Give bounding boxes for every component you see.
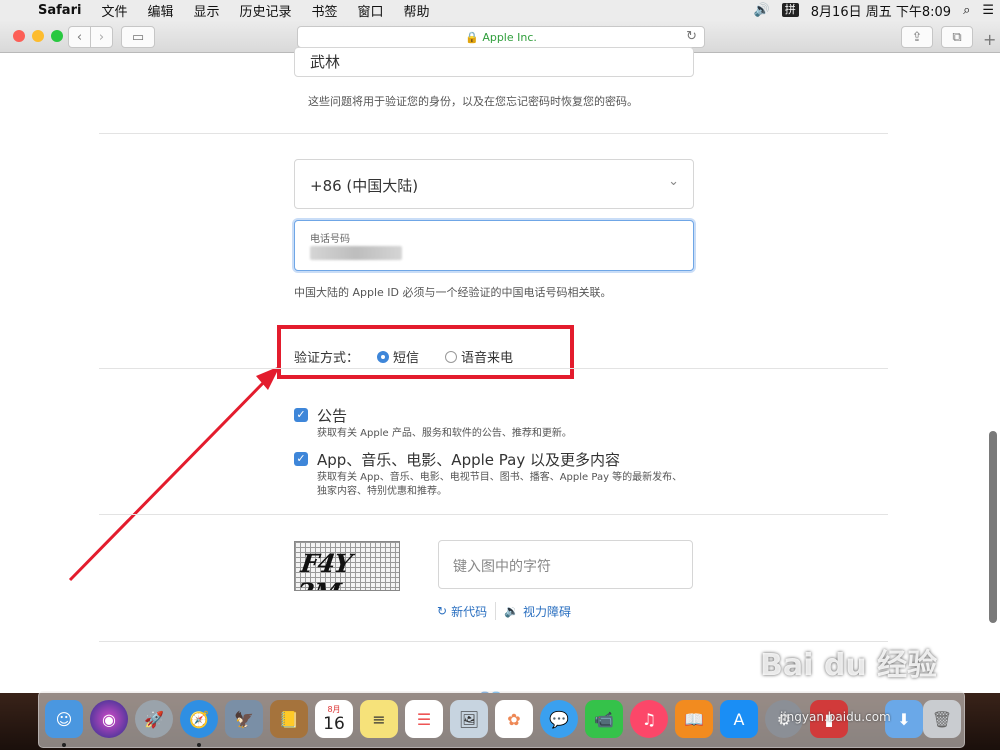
phone-number-redacted	[310, 246, 402, 260]
country-code-select[interactable]: +86 (中国大陆) ⌄	[294, 159, 694, 209]
media-title: App、音乐、电影、Apple Pay 以及更多内容	[317, 451, 620, 469]
spotlight-search-icon[interactable]: ⌕	[963, 3, 970, 18]
menu-app-safari[interactable]: Safari	[34, 3, 91, 18]
announcements-title: 公告	[317, 407, 348, 425]
phone-hint: 中国大陆的 Apple ID 必须与一个经验证的中国电话号码相关联。	[294, 286, 612, 299]
announcements-checkbox[interactable]: ✓	[294, 408, 308, 422]
captcha-input[interactable]: 键入图中的字符	[438, 540, 693, 589]
menu-view[interactable]: 显示	[183, 1, 229, 20]
facetime-icon[interactable]: 📹	[585, 700, 623, 738]
forward-button[interactable]: ›	[90, 26, 113, 48]
baidu-watermark-url: jingyan.baidu.com	[780, 710, 891, 724]
calendar-day: 16	[323, 713, 345, 734]
menu-window[interactable]: 窗口	[348, 1, 394, 20]
reminders-icon[interactable]: ☰	[405, 700, 443, 738]
calendar-icon[interactable]: 8月 16	[315, 700, 353, 738]
media-option: ✓ App、音乐、电影、Apple Pay 以及更多内容 获取有关 App、音乐…	[294, 449, 687, 499]
announcements-option: ✓ 公告 获取有关 Apple 产品、服务和软件的公告、推荐和更新。	[294, 405, 687, 441]
preview-icon[interactable]: 🖼	[450, 700, 488, 738]
new-code-link[interactable]: 新代码	[451, 603, 487, 620]
lock-icon: 🔒	[465, 31, 479, 44]
safari-icon[interactable]: 🧭	[180, 700, 218, 738]
chevron-left-icon: ‹	[76, 29, 83, 45]
share-button[interactable]: ⇪	[901, 26, 933, 48]
address-site-label: Apple Inc.	[482, 31, 537, 44]
menu-extras: 🔊 拼 8月16日 周五 下午8:09 ⌕ ☰	[742, 1, 1000, 20]
annotation-arrow	[68, 366, 280, 582]
chevron-down-icon: ⌄	[668, 174, 679, 189]
refresh-icon[interactable]: ↻	[437, 604, 447, 618]
image-capture-icon[interactable]: 🦅	[225, 700, 263, 738]
contacts-icon[interactable]: 📒	[270, 700, 308, 738]
captcha-text: F4Y 2M	[295, 549, 354, 590]
tabs-icon: ⧉	[952, 29, 962, 45]
new-tab-button[interactable]: +	[983, 30, 996, 49]
divider	[99, 368, 888, 369]
zoom-window-button[interactable]	[51, 30, 63, 42]
running-indicator	[197, 743, 201, 747]
reload-icon[interactable]: ↻	[686, 29, 697, 44]
window-controls	[13, 30, 63, 42]
baidu-watermark: Bai du 经验	[760, 648, 938, 683]
security-hint: 这些问题将用于验证您的身份，以及在您忘记密码时恢复您的密码。	[308, 95, 638, 108]
calendar-month: 8月	[327, 704, 341, 714]
back-button[interactable]: ‹	[68, 26, 91, 48]
running-indicator	[62, 743, 66, 747]
divider	[99, 514, 888, 515]
captcha-image: F4Y 2M	[294, 541, 400, 591]
menu-bar: Safari 文件 编辑 显示 历史记录 书签 窗口 帮助 🔊 拼 8月16日 …	[0, 0, 1000, 20]
menubar-clock[interactable]: 8月16日 周五 下午8:09	[811, 1, 951, 20]
notification-center-icon[interactable]: ☰	[982, 3, 994, 18]
media-checkbox[interactable]: ✓	[294, 452, 308, 466]
music-icon[interactable]: ♫	[630, 700, 668, 738]
siri-icon[interactable]: ◉	[90, 700, 128, 738]
trash-icon[interactable]: 🗑	[923, 700, 961, 738]
highlight-box	[277, 325, 574, 379]
vision-impaired-link[interactable]: 视力障碍	[523, 603, 571, 620]
safari-window: ‹ › ▭ 🔒 Apple Inc. ↻ ⇪ ⧉ + 武林 这些问题将用于验证您…	[0, 20, 1000, 693]
captcha-placeholder: 键入图中的字符	[453, 559, 551, 575]
captcha-links: ↻ 新代码 🔉 视力障碍	[437, 602, 571, 620]
page-content: 武林 这些问题将用于验证您的身份，以及在您忘记密码时恢复您的密码。 +86 (中…	[0, 47, 1000, 693]
menu-bookmarks[interactable]: 书签	[302, 1, 348, 20]
finder-icon[interactable]: ☺	[45, 700, 83, 738]
security-answer-field[interactable]: 武林	[294, 47, 694, 77]
app-store-icon[interactable]: A	[720, 700, 758, 738]
input-method-icon[interactable]: 拼	[781, 3, 799, 17]
page-scrollbar[interactable]	[989, 431, 997, 623]
notes-icon[interactable]: ≡	[360, 700, 398, 738]
divider	[99, 133, 888, 134]
menu-file[interactable]: 文件	[91, 1, 137, 20]
chevron-right-icon: ›	[98, 29, 105, 45]
close-window-button[interactable]	[13, 30, 25, 42]
announcements-desc: 获取有关 Apple 产品、服务和软件的公告、推荐和更新。	[317, 428, 572, 439]
address-bar[interactable]: 🔒 Apple Inc. ↻	[297, 26, 705, 48]
menu-edit[interactable]: 编辑	[137, 1, 183, 20]
media-desc: 获取有关 App、音乐、电影、电视节目、图书、播客、Apple Pay 等的最新…	[317, 472, 683, 497]
security-answer-value: 武林	[310, 53, 341, 71]
minimize-window-button[interactable]	[32, 30, 44, 42]
sidebar-icon: ▭	[131, 29, 145, 45]
speaker-icon[interactable]: 🔉	[504, 604, 519, 618]
menu-help[interactable]: 帮助	[394, 1, 440, 20]
menu-history[interactable]: 历史记录	[229, 1, 301, 20]
country-code-value: +86 (中国大陆)	[310, 177, 419, 195]
messages-icon[interactable]: 💬	[540, 700, 578, 738]
phone-number-label: 电话号码	[310, 234, 350, 245]
volume-icon[interactable]: 🔊	[754, 3, 770, 18]
share-icon: ⇪	[911, 29, 923, 45]
books-icon[interactable]: 📖	[675, 700, 713, 738]
photos-icon[interactable]: ✿	[495, 700, 533, 738]
phone-number-field[interactable]: 电话号码	[294, 220, 694, 271]
show-tabs-button[interactable]: ⧉	[941, 26, 973, 48]
sidebar-button[interactable]: ▭	[121, 26, 155, 48]
launchpad-icon[interactable]: 🚀	[135, 700, 173, 738]
